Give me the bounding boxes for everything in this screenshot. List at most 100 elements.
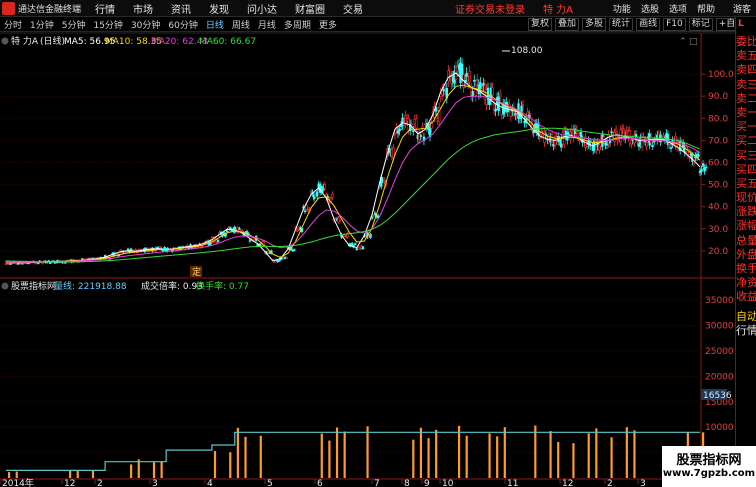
candle-body [373, 213, 377, 216]
candle-body [697, 154, 700, 157]
sidebar-item-buy1[interactable]: 买一 [736, 120, 756, 134]
candles [4, 57, 708, 266]
sidebar-item-sell1[interactable]: 卖一 [736, 106, 756, 120]
volume-bar [496, 436, 499, 478]
candle-body [634, 134, 638, 137]
sidebar-item-sell5[interactable]: 卖五 [736, 49, 756, 63]
price-grid [0, 73, 701, 252]
date-tick-label: 4 [207, 479, 213, 487]
volume-bar [320, 433, 323, 478]
volume-bar [229, 452, 232, 478]
candle-body [125, 251, 128, 253]
candle-body [538, 136, 542, 139]
candle-body [448, 73, 452, 76]
main-settings-icon[interactable] [1, 37, 9, 45]
date-tick-label: 2 [97, 479, 103, 487]
sidebar-item-buy5[interactable]: 买五 [736, 177, 756, 191]
sidebar-item-buy2[interactable]: 买二 [736, 134, 756, 148]
volume-tick-label: 25000 [705, 347, 734, 357]
watermark-title: 股票指标网 [676, 453, 742, 468]
sub-turnover: 换手率: 0.77 [196, 280, 249, 292]
candle-body [488, 99, 491, 105]
sidebar-item-buy4[interactable]: 买四 [736, 163, 756, 177]
sidebar-item-buy3[interactable]: 买三 [736, 149, 756, 163]
candle-body [491, 87, 494, 96]
volume-tick-label: 30000 [705, 322, 734, 332]
candle-body [293, 249, 296, 251]
sidebar-item-price[interactable]: 现价 [736, 191, 756, 205]
sidebar-item-quotes[interactable]: 行情 [736, 324, 756, 338]
sidebar-item-sell4[interactable]: 卖四 [736, 63, 756, 77]
date-tick-label: 6 [317, 479, 323, 487]
candle-body [610, 131, 613, 134]
price-tick-label: 80.0 [708, 114, 728, 124]
sidebar-item-weibi[interactable]: 委比 [736, 35, 756, 49]
chart-area[interactable]: 特 力A (日线) MA5: 56.95 MA10: 58.35 MA20: 6… [0, 0, 735, 487]
volume-bar [236, 427, 239, 478]
sidebar-item-auto[interactable]: 自动 [736, 310, 756, 324]
sidebar-item-earnings[interactable]: 收益 [736, 290, 756, 304]
candle-body [645, 142, 648, 147]
sidebar-item-net-assets[interactable]: 净资 [736, 276, 756, 290]
candle-body [636, 140, 639, 143]
volume-bar [534, 425, 537, 478]
volume-bar [633, 430, 636, 478]
sidebar-item-volume[interactable]: 总量 [736, 234, 756, 248]
sidebar-item-outer[interactable]: 外盘 [736, 248, 756, 262]
volume-bar [465, 435, 468, 478]
volume-tick-label: 10000 [705, 423, 734, 433]
legend-ma60: MA60: 66.67 [199, 37, 256, 47]
sub-legend: 股票指标网 量线: 221918.88 成交倍率: 0.93 换手率: 0.77 [1, 280, 249, 292]
date-tick-label: 8 [404, 479, 410, 487]
candle-body [323, 184, 326, 189]
volume-bar [160, 461, 163, 478]
candle-body [651, 145, 654, 147]
sub-settings-icon[interactable] [1, 282, 9, 290]
candle-body [701, 163, 705, 167]
quote-sidebar: L 委比 卖五 卖四 卖三 卖二 卖一 买一 买二 买三 买四 买五 现价 涨跌… [735, 17, 756, 487]
date-tick-label: 12 [562, 479, 573, 487]
candle-body [296, 229, 299, 232]
candle-body [361, 246, 365, 250]
sidebar-item-sell2[interactable]: 卖二 [736, 92, 756, 106]
candle-body [704, 166, 708, 169]
date-tick-label: 11 [507, 479, 518, 487]
candle-body [369, 234, 372, 238]
volume-tick-label: 35000 [705, 296, 734, 306]
candle-body [419, 135, 423, 137]
candle-body [471, 91, 474, 97]
candle-body [273, 261, 276, 264]
date-tick-label: 3 [640, 479, 646, 487]
sub-title: 股票指标网 [11, 280, 56, 292]
date-tick-label: 10 [442, 479, 454, 487]
volume-bar [503, 427, 506, 478]
volume-bar [335, 427, 339, 478]
price-tick-label: 30.0 [708, 225, 728, 235]
main-legend: 特 力A (日线) MA5: 56.95 MA10: 58.35 MA20: 6… [1, 35, 256, 47]
volume-bar [435, 429, 438, 478]
candle-body [625, 129, 628, 132]
candle-body [398, 128, 401, 132]
sidebar-item-sell3[interactable]: 卖三 [736, 78, 756, 92]
chart-nav-up-icon[interactable]: ⌃ [679, 37, 687, 47]
date-tick-label: 2 [607, 479, 613, 487]
candle-body [473, 79, 476, 82]
ding-marker: 定 [192, 266, 201, 278]
candle-body [229, 227, 232, 229]
legend-period: (日线) [40, 35, 65, 47]
candle-body [468, 71, 471, 83]
chart-close-icon[interactable]: □ [689, 37, 698, 47]
candle-body [277, 260, 281, 262]
legend-stock-title: 特 力A [11, 35, 39, 47]
candle-body [49, 262, 52, 264]
volume-current-value: 16536 [703, 391, 732, 401]
candle-body [343, 234, 346, 237]
watermark: 股票指标网 www.7gpzb.com [662, 446, 756, 487]
date-tick-label: 9 [424, 479, 430, 487]
sidebar-item-change-pct[interactable]: 涨幅 [736, 219, 756, 233]
volume-bar [15, 471, 18, 478]
sidebar-item-change[interactable]: 涨跌 [736, 205, 756, 219]
sidebar-item-turnover[interactable]: 换手 [736, 262, 756, 276]
volume-bar [595, 428, 598, 478]
candle-body [700, 169, 703, 172]
